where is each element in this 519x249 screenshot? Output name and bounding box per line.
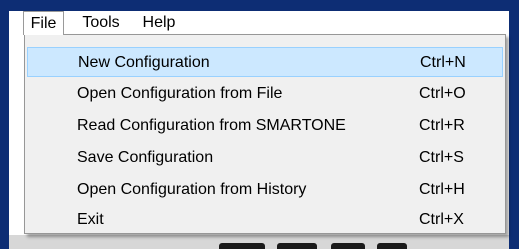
- menu-item-open-configuration-from-file[interactable]: Open Configuration from File Ctrl+O: [27, 79, 503, 109]
- menu-item-label: New Configuration: [78, 54, 210, 71]
- menu-item-shortcut: Ctrl+N: [420, 54, 466, 71]
- file-menu-dropdown: New Configuration Ctrl+N Open Configurat…: [24, 34, 506, 234]
- window-frame-top: [0, 0, 519, 11]
- background-content: [9, 235, 509, 249]
- menu-item-label: Read Configuration from SMARTONE: [77, 117, 346, 134]
- menu-item-save-configuration[interactable]: Save Configuration Ctrl+S: [27, 143, 503, 173]
- menu-bar: File Tools Help: [9, 11, 509, 35]
- menu-item-open-configuration-from-history[interactable]: Open Configuration from History Ctrl+H: [27, 175, 503, 205]
- menu-item-shortcut: Ctrl+H: [419, 181, 465, 198]
- menu-item-shortcut: Ctrl+S: [419, 149, 464, 166]
- menu-item-new-configuration[interactable]: New Configuration Ctrl+N: [27, 47, 503, 77]
- menu-item-shortcut: Ctrl+O: [419, 85, 466, 102]
- menu-item-label: Exit: [77, 211, 104, 228]
- menu-item-shortcut: Ctrl+R: [419, 117, 465, 134]
- window-frame-left: [0, 0, 9, 249]
- menu-tools-label: Tools: [82, 14, 120, 31]
- menu-item-read-configuration-from-smartone[interactable]: Read Configuration from SMARTONE Ctrl+R: [27, 111, 503, 141]
- menu-item-shortcut: Ctrl+X: [419, 211, 464, 228]
- menu-tools[interactable]: Tools: [79, 11, 123, 35]
- menu-file-label: File: [30, 15, 57, 32]
- menu-item-label: Open Configuration from History: [77, 181, 307, 198]
- window-frame-right: [509, 0, 519, 249]
- menu-file[interactable]: File: [23, 11, 64, 35]
- menu-item-label: Open Configuration from File: [77, 85, 283, 102]
- menu-help-label: Help: [142, 14, 176, 31]
- menu-item-exit[interactable]: Exit Ctrl+X: [27, 205, 503, 235]
- menu-help[interactable]: Help: [139, 11, 179, 35]
- menu-item-label: Save Configuration: [77, 149, 214, 166]
